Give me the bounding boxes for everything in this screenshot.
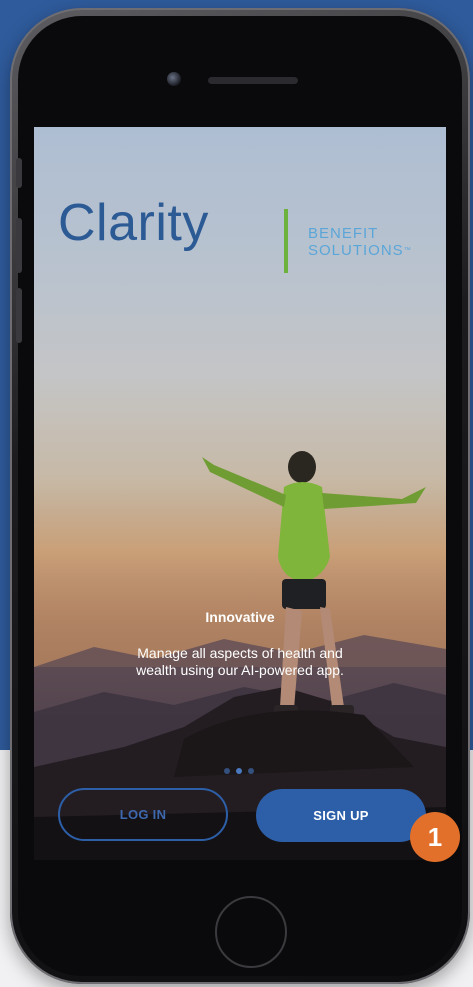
- carousel-description-line1: Manage all aspects of health and: [137, 645, 343, 661]
- home-button-icon[interactable]: [215, 896, 287, 968]
- carousel-description: Manage all aspects of health and wealth …: [34, 645, 446, 679]
- brand-subtitle-line1: BENEFIT: [308, 225, 379, 242]
- mute-switch: [16, 158, 22, 188]
- sign-up-button[interactable]: SIGN UP: [256, 789, 426, 842]
- brand-logo-subtitle: BENEFIT SOLUTIONS™: [308, 225, 412, 259]
- page-dot-2[interactable]: [236, 768, 242, 774]
- front-camera-icon: [167, 72, 181, 86]
- carousel-headline: Innovative: [205, 609, 275, 625]
- carousel-page-indicator[interactable]: [224, 768, 254, 774]
- volume-down-button: [16, 288, 22, 343]
- brand-logo-wordmark: Clarity: [58, 194, 209, 252]
- page-dot-1[interactable]: [224, 768, 230, 774]
- brand-logo-divider: [284, 209, 288, 273]
- brand-subtitle-line2: SOLUTIONS™: [308, 242, 412, 259]
- carousel-description-line2: wealth using our AI-powered app.: [136, 662, 344, 678]
- page-dot-3[interactable]: [248, 768, 254, 774]
- trademark-symbol: ™: [403, 247, 412, 254]
- brand-subtitle-line2-text: SOLUTIONS: [308, 242, 404, 259]
- volume-up-button: [16, 218, 22, 273]
- speaker-icon: [208, 77, 298, 84]
- log-in-button[interactable]: LOG IN: [58, 788, 228, 841]
- step-number-badge: 1: [410, 812, 460, 862]
- app-screen: Clarity BENEFIT SOLUTIONS™ Innovative Ma…: [34, 127, 446, 860]
